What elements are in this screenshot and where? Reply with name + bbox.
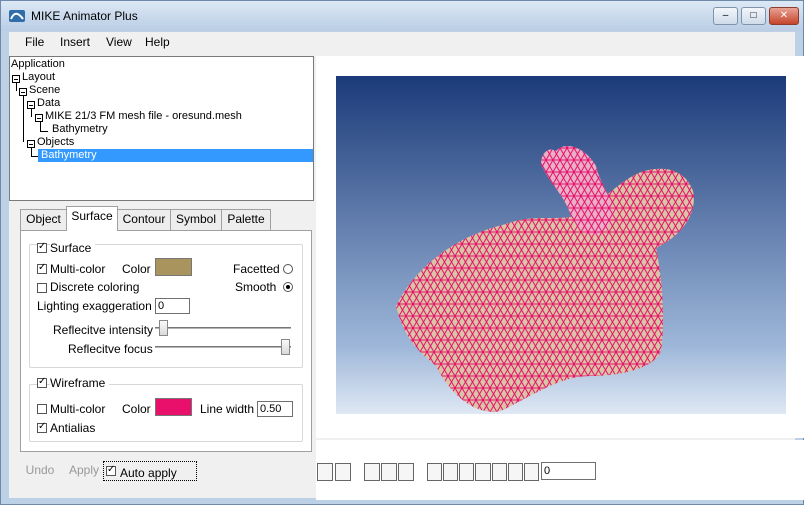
tree-connector <box>23 96 24 142</box>
tab-contour[interactable]: Contour <box>117 209 171 230</box>
menu-bar: File Insert View Help <box>9 32 795 52</box>
color-label: Color <box>122 262 151 276</box>
facetted-label: Facetted <box>233 262 280 276</box>
tree-item-mesh-file[interactable]: MIKE 21/3 FM mesh file - oresund.mesh <box>45 110 242 123</box>
reflective-focus-thumb[interactable] <box>281 339 290 355</box>
reflective-intensity-slider[interactable] <box>155 327 291 330</box>
camera-icon[interactable] <box>364 463 380 481</box>
back-icon[interactable] <box>459 463 474 481</box>
step-back-icon[interactable] <box>443 463 458 481</box>
discrete-coloring-checkbox[interactable] <box>37 283 47 293</box>
scene-tree[interactable]: Application Layout Scene Data MIKE 21/3 … <box>9 56 314 201</box>
menu-insert[interactable]: Insert <box>60 35 90 49</box>
collapse-icon[interactable] <box>27 140 35 148</box>
surface-color-swatch[interactable] <box>155 258 192 276</box>
wireframe-checkbox[interactable] <box>37 376 47 388</box>
wire-multicolor-checkbox[interactable] <box>37 404 47 414</box>
lighting-input[interactable]: 0 <box>155 298 190 314</box>
lighting-label: Lighting exaggeration <box>37 299 152 313</box>
terrain-wireframe <box>396 168 694 412</box>
app-window: MIKE Animator Plus – □ ✕ File Insert Vie… <box>0 0 804 505</box>
line-width-label: Line width <box>200 402 255 416</box>
smooth-radio[interactable] <box>283 282 293 292</box>
wire-color-swatch[interactable] <box>155 398 192 416</box>
tree-item-layout[interactable]: Layout <box>22 71 55 84</box>
antialias-checkbox[interactable] <box>37 421 47 433</box>
tree-connector <box>31 156 38 157</box>
menu-help[interactable]: Help <box>145 35 170 49</box>
reflective-focus-slider[interactable] <box>155 346 291 349</box>
minimize-button[interactable]: – <box>713 7 738 25</box>
maximize-button[interactable]: □ <box>741 7 766 25</box>
apply-button[interactable]: Apply <box>65 461 103 481</box>
discrete-coloring-label: Discrete coloring <box>50 280 140 294</box>
menu-view[interactable]: View <box>106 35 132 49</box>
app-icon <box>9 9 25 23</box>
reflective-intensity-label: Reflecitve intensity <box>53 323 154 337</box>
auto-apply-checkbox[interactable] <box>106 464 116 476</box>
tab-symbol[interactable]: Symbol <box>170 209 222 230</box>
collapse-icon[interactable] <box>27 101 35 109</box>
smooth-label: Smooth <box>235 280 277 294</box>
tree-connector <box>31 109 32 117</box>
collapse-icon[interactable] <box>35 114 43 122</box>
auto-apply-toggle[interactable]: Auto apply <box>103 461 197 481</box>
window-title: MIKE Animator Plus <box>31 9 138 23</box>
tab-object[interactable]: Object <box>20 209 67 230</box>
tree-item-data[interactable]: Data <box>37 97 60 110</box>
auto-apply-label: Auto apply <box>120 466 177 480</box>
play-icon[interactable] <box>508 463 523 481</box>
title-bar: MIKE Animator Plus – □ ✕ <box>1 1 803 31</box>
edit-icon[interactable] <box>317 463 333 481</box>
tree-item-scene[interactable]: Scene <box>29 84 60 97</box>
tree-connector <box>40 131 48 132</box>
surface-checkbox[interactable] <box>37 241 47 253</box>
tab-palette[interactable]: Palette <box>221 209 271 230</box>
wire-color-label: Color <box>122 402 151 416</box>
step-forward-icon[interactable] <box>492 463 507 481</box>
collapse-icon[interactable] <box>12 75 20 83</box>
line-width-input[interactable]: 0.50 <box>257 401 293 417</box>
wire-multicolor-label: Multi-color <box>50 402 106 416</box>
fast-forward-icon[interactable] <box>524 463 539 481</box>
wireframe-label: Wireframe <box>50 376 110 390</box>
reflective-intensity-thumb[interactable] <box>159 320 168 336</box>
multicolor-checkbox[interactable] <box>37 262 47 274</box>
stop-icon[interactable] <box>475 463 491 481</box>
tree-connector <box>16 83 17 91</box>
surface-panel: Surface Multi-color Color Facetted Discr… <box>20 230 312 452</box>
reflective-focus-label: Reflecitve focus <box>68 342 153 356</box>
tree-item-objects[interactable]: Objects <box>37 136 74 149</box>
undo-button[interactable]: Undo <box>21 461 59 481</box>
collapse-icon[interactable] <box>19 88 27 96</box>
3d-viewport[interactable] <box>336 76 786 414</box>
frame-input[interactable]: 0 <box>541 462 596 480</box>
menu-file[interactable]: File <box>25 35 44 49</box>
close-button[interactable]: ✕ <box>769 7 799 25</box>
snapshot-icon[interactable] <box>381 463 397 481</box>
multicolor-label: Multi-color <box>50 262 106 276</box>
print-icon[interactable] <box>398 463 414 481</box>
surface-label: Surface <box>50 241 96 255</box>
facetted-radio[interactable] <box>283 264 293 274</box>
rewind-icon[interactable] <box>427 463 442 481</box>
tree-item-bathymetry-object[interactable]: Bathymetry <box>38 149 313 162</box>
antialias-label: Antialias <box>50 421 96 435</box>
tree-item-application[interactable]: Application <box>11 58 65 71</box>
tab-surface[interactable]: Surface <box>66 206 118 231</box>
cursor-icon[interactable] <box>335 463 351 481</box>
tree-item-bathymetry-data[interactable]: Bathymetry <box>52 123 108 136</box>
